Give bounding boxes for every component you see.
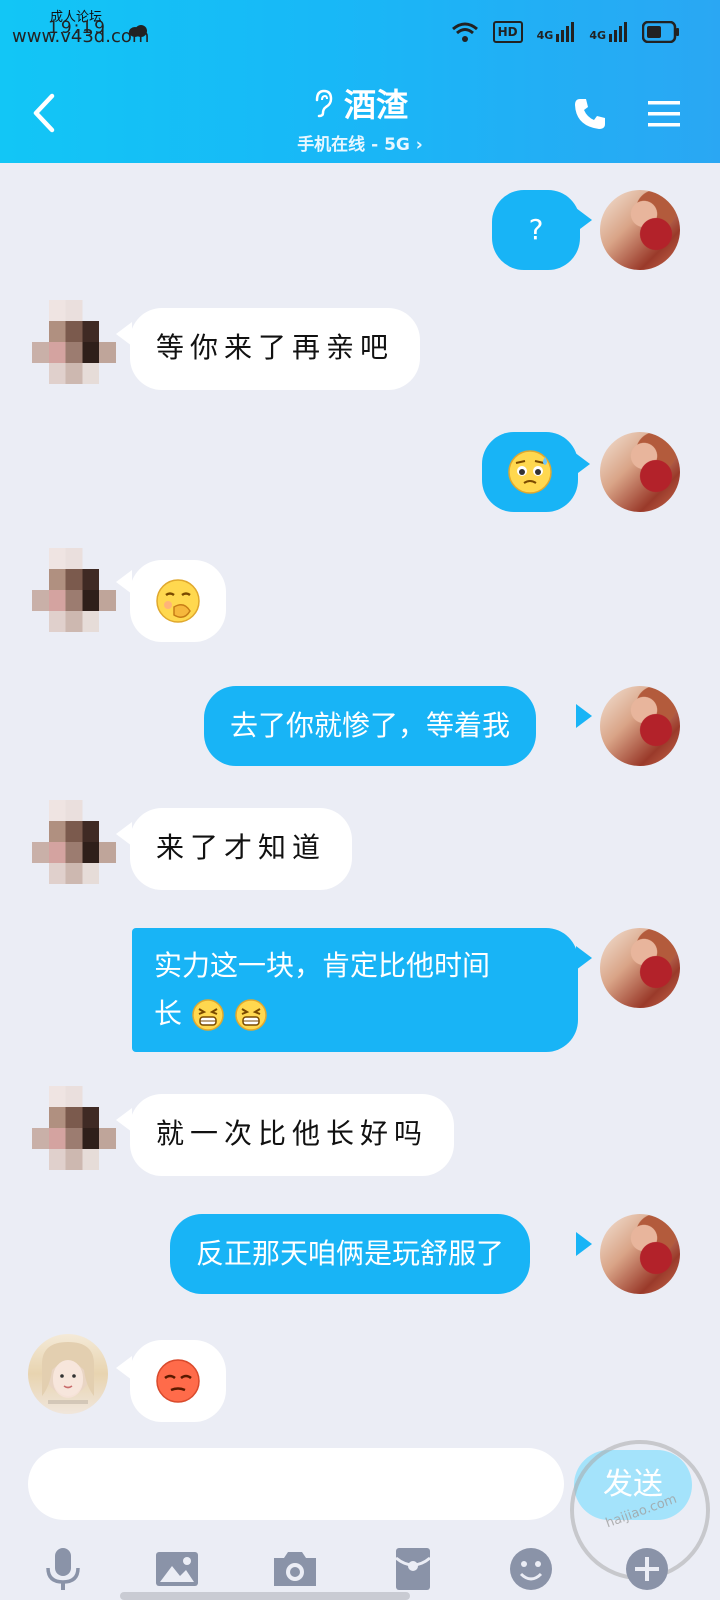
message-text: ? [528,213,544,246]
message-text: 长 [154,997,183,1030]
bubble-tail [576,946,592,970]
contact-avatar-image [42,1342,94,1404]
grinning-squint-emoji-icon [235,999,267,1031]
contact-avatar-pixelated[interactable] [32,300,116,384]
message-bubble-outgoing[interactable]: ? [492,190,580,270]
my-avatar[interactable] [600,686,680,766]
chat-title-block[interactable]: 酒渣 手机在线 - 5G › [0,80,720,155]
battery-icon [642,21,679,43]
message-bubble-incoming[interactable]: 就一次比他长好吗 [130,1094,455,1176]
message-text: 等你来了再亲吧 [156,331,395,364]
red-packet-icon[interactable] [388,1544,438,1594]
bubble-tail [576,1232,592,1256]
chat-title: 酒渣 [343,86,408,124]
signal-4g-icon: 4G [537,22,576,42]
message-bubble-outgoing[interactable]: 反正那天咱俩是玩舒服了 [170,1214,531,1294]
message-text: 去了你就惨了，等着我 [230,709,511,742]
net-label-1: 4G [536,29,554,42]
message-bubble-outgoing[interactable]: 实力这一块，肯定比他时间 长 [132,928,578,1052]
online-status: 手机在线 - 5G › [297,135,423,155]
grinning-squint-emoji-icon [192,999,224,1031]
net-label-2: 4G [589,29,606,42]
microphone-icon[interactable] [38,1544,88,1594]
contact-avatar-pixelated[interactable] [32,800,116,884]
message-bubble-outgoing[interactable]: 去了你就惨了，等着我 [204,686,537,766]
rolling-eyes-emoji-icon [156,1359,200,1403]
hd-badge: HD [492,21,523,43]
status-icons: HD 4G 4G [451,18,680,46]
emoji-icon[interactable] [506,1544,556,1594]
bubble-tail [574,452,590,476]
bubble-tail [576,208,592,232]
menu-icon[interactable] [646,96,682,132]
more-plus-icon[interactable] [622,1544,672,1594]
covering-mouth-emoji-icon [156,579,200,623]
message-text: 就一次比他长好吗 [156,1117,429,1150]
ear-icon [315,89,333,118]
bubble-tail [576,704,592,728]
signal-bars-icon [609,22,627,42]
status-bar: 成人论坛 19:19 www.v43d.com HD 4G 4G [0,0,720,62]
contact-avatar[interactable] [28,1334,108,1414]
message-bubble-outgoing[interactable] [482,432,578,512]
my-avatar[interactable] [600,1214,680,1294]
message-text: 来了才知道 [156,831,327,864]
my-avatar[interactable] [600,432,680,512]
my-avatar[interactable] [600,190,680,270]
wifi-icon [451,22,478,42]
cloud-icon [129,25,147,37]
camera-icon[interactable] [270,1544,320,1594]
message-bubble-incoming[interactable] [130,1340,226,1422]
message-text: 实力这一块，肯定比他时间 [154,949,491,982]
my-avatar[interactable] [600,928,680,1008]
chat-header: 成人论坛 19:19 www.v43d.com HD 4G 4G 酒渣 手机在线… [0,0,720,163]
message-text: 反正那天咱俩是玩舒服了 [196,1237,505,1270]
contact-avatar-pixelated[interactable] [32,548,116,632]
home-indicator [120,1592,410,1600]
phone-icon[interactable] [572,96,608,132]
image-icon[interactable] [152,1544,202,1594]
signal-bars-icon [556,22,575,42]
worried-sweat-emoji-icon [508,450,552,494]
signal-4g-icon-2: 4G [589,22,628,42]
message-text-line2: 长 [154,990,556,1038]
message-bubble-incoming[interactable] [130,560,226,642]
contact-avatar-pixelated[interactable] [32,1086,116,1170]
message-input[interactable] [28,1448,564,1520]
watermark-text: haijiao.com [603,1491,679,1532]
message-bubble-incoming[interactable]: 等你来了再亲吧 [130,308,421,390]
input-toolbar [0,1530,720,1600]
message-bubble-incoming[interactable]: 来了才知道 [130,808,353,890]
